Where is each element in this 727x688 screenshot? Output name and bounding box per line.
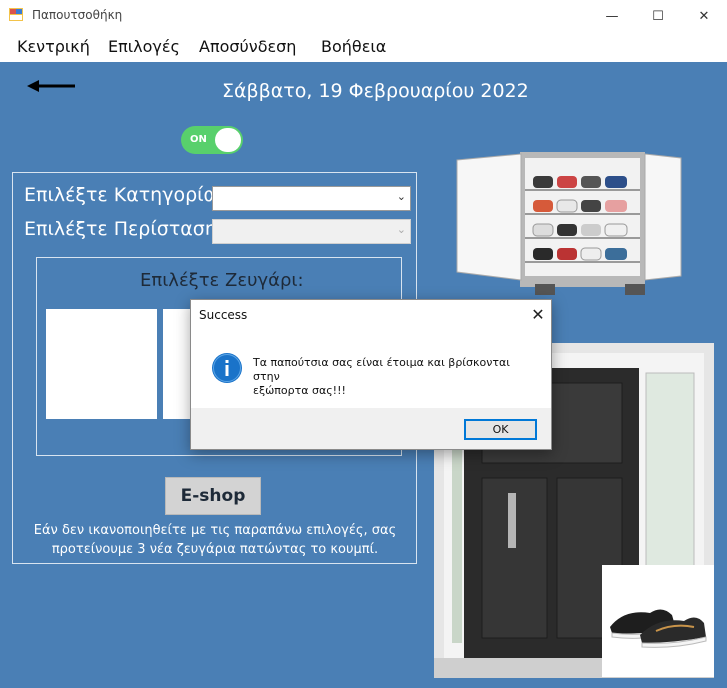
sneaker-image bbox=[602, 565, 714, 677]
occasion-select[interactable]: ⌄ bbox=[212, 219, 411, 244]
title-bar: Παπουτσοθήκη — ☐ ✕ bbox=[0, 0, 727, 32]
occasion-label: Επιλέξτε Περίσταση: bbox=[24, 218, 224, 240]
toggle-label: ON bbox=[190, 134, 207, 145]
close-icon: ✕ bbox=[531, 304, 545, 324]
back-arrow-icon[interactable] bbox=[27, 78, 77, 94]
pair-title: Επιλέξτε Ζευγάρι: bbox=[140, 270, 304, 291]
app-icon bbox=[9, 8, 23, 21]
dialog-title: Success bbox=[199, 308, 248, 322]
close-icon: ✕ bbox=[698, 8, 710, 24]
minimize-button[interactable]: — bbox=[589, 0, 635, 32]
menu-item-options[interactable]: Επιλογές bbox=[108, 37, 180, 56]
category-select[interactable]: ⌄ bbox=[212, 186, 411, 211]
maximize-icon: ☐ bbox=[652, 8, 664, 24]
minimize-icon: — bbox=[605, 8, 619, 24]
window-title: Παπουτσοθήκη bbox=[32, 8, 123, 22]
dialog-message-line-2: εξώπορτα σας!!! bbox=[253, 384, 346, 397]
dialog-message-line-1: Τα παπούτσια σας είναι έτοιμα και βρίσκο… bbox=[253, 356, 510, 383]
hint-line-1: Εάν δεν ικανοποιηθείτε με τις παραπάνω ε… bbox=[33, 523, 397, 538]
dialog-message: Τα παπούτσια σας είναι έτοιμα και βρίσκο… bbox=[253, 356, 533, 398]
hint-line-2: προτείνουμε 3 νέα ζευγάρια πατώντας το κ… bbox=[51, 542, 379, 557]
eshop-button[interactable]: E-shop bbox=[165, 477, 261, 515]
menu-item-logout[interactable]: Αποσύνδεση bbox=[199, 37, 296, 56]
menu-item-home[interactable]: Κεντρική bbox=[17, 37, 90, 56]
hint-text: Εάν δεν ικανοποιηθείτε με τις παραπάνω ε… bbox=[20, 521, 410, 559]
chevron-down-icon: ⌄ bbox=[396, 190, 406, 203]
toggle-switch[interactable]: ON bbox=[181, 126, 243, 154]
info-icon bbox=[212, 353, 242, 383]
ok-button[interactable]: OK bbox=[464, 419, 537, 440]
dialog-close-button[interactable]: ✕ bbox=[526, 303, 550, 325]
maximize-button[interactable]: ☐ bbox=[635, 0, 681, 32]
close-button[interactable]: ✕ bbox=[681, 0, 727, 32]
menu-bar: Κεντρική Επιλογές Αποσύνδεση Βοήθεια bbox=[0, 32, 727, 62]
pair-image-1[interactable] bbox=[46, 309, 157, 419]
toggle-knob bbox=[215, 128, 241, 152]
chevron-down-icon: ⌄ bbox=[396, 223, 406, 236]
date-label: Σάββατο, 19 Φεβρουαρίου 2022 bbox=[222, 80, 529, 102]
shoe-cabinet-image bbox=[456, 152, 682, 295]
menu-item-help[interactable]: Βοήθεια bbox=[321, 37, 386, 56]
category-label: Επιλέξτε Κατηγορία: bbox=[24, 184, 223, 206]
